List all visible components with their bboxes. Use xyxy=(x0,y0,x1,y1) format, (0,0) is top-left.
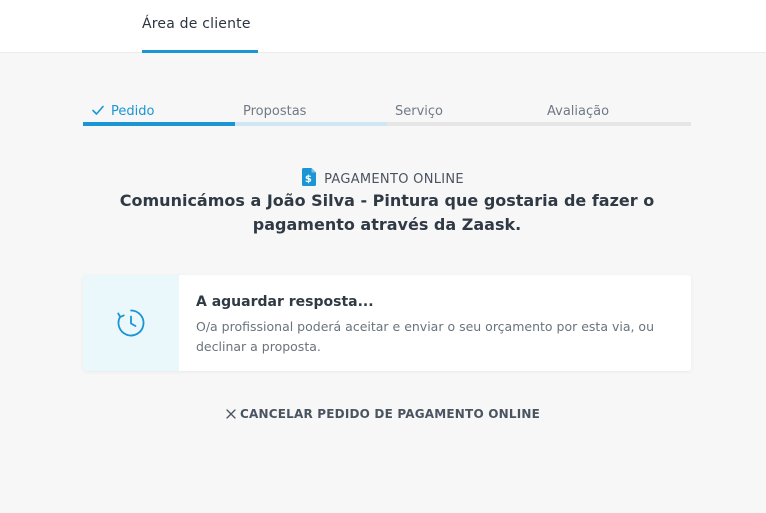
check-icon xyxy=(92,105,104,115)
svg-text:$: $ xyxy=(305,174,312,185)
step-propostas: Propostas xyxy=(235,103,387,126)
dollar-document-icon: $ xyxy=(302,168,317,186)
payment-type-label: PAGAMENTO ONLINE xyxy=(324,172,464,187)
step-bar-pedido xyxy=(83,122,235,126)
step-label-pedido: Pedido xyxy=(111,104,155,119)
step-bar-avaliacao xyxy=(539,122,691,126)
step-servico: Serviço xyxy=(387,103,539,126)
status-card-icon-area xyxy=(83,275,179,371)
step-pedido: Pedido xyxy=(83,103,235,126)
step-bar-servico xyxy=(387,122,539,126)
top-bar: Área de cliente xyxy=(0,0,766,53)
step-label-propostas: Propostas xyxy=(243,104,307,119)
payment-type-header: $ PAGAMENTO ONLINE xyxy=(0,168,766,190)
step-bar-propostas xyxy=(235,122,387,126)
tab-client-area-label: Área de cliente xyxy=(142,16,251,32)
status-card-description: O/a profissional poderá aceitar e enviar… xyxy=(196,319,655,354)
close-icon xyxy=(226,409,236,419)
cancel-online-payment-button[interactable]: CANCELAR PEDIDO DE PAGAMENTO ONLINE xyxy=(0,405,766,423)
cancel-online-payment-label: CANCELAR PEDIDO DE PAGAMENTO ONLINE xyxy=(239,407,541,421)
step-avaliacao: Avaliação xyxy=(539,103,691,126)
tab-client-area[interactable]: Área de cliente xyxy=(142,0,258,53)
status-card-title: A aguardar resposta... xyxy=(196,294,374,310)
status-card: A aguardar resposta... O/a profissional … xyxy=(83,275,691,371)
step-label-avaliacao: Avaliação xyxy=(547,104,610,119)
clock-icon xyxy=(117,309,145,337)
step-label-servico: Serviço xyxy=(395,104,444,119)
page-headline: Comunicámos a João Silva - Pintura que g… xyxy=(119,191,655,234)
